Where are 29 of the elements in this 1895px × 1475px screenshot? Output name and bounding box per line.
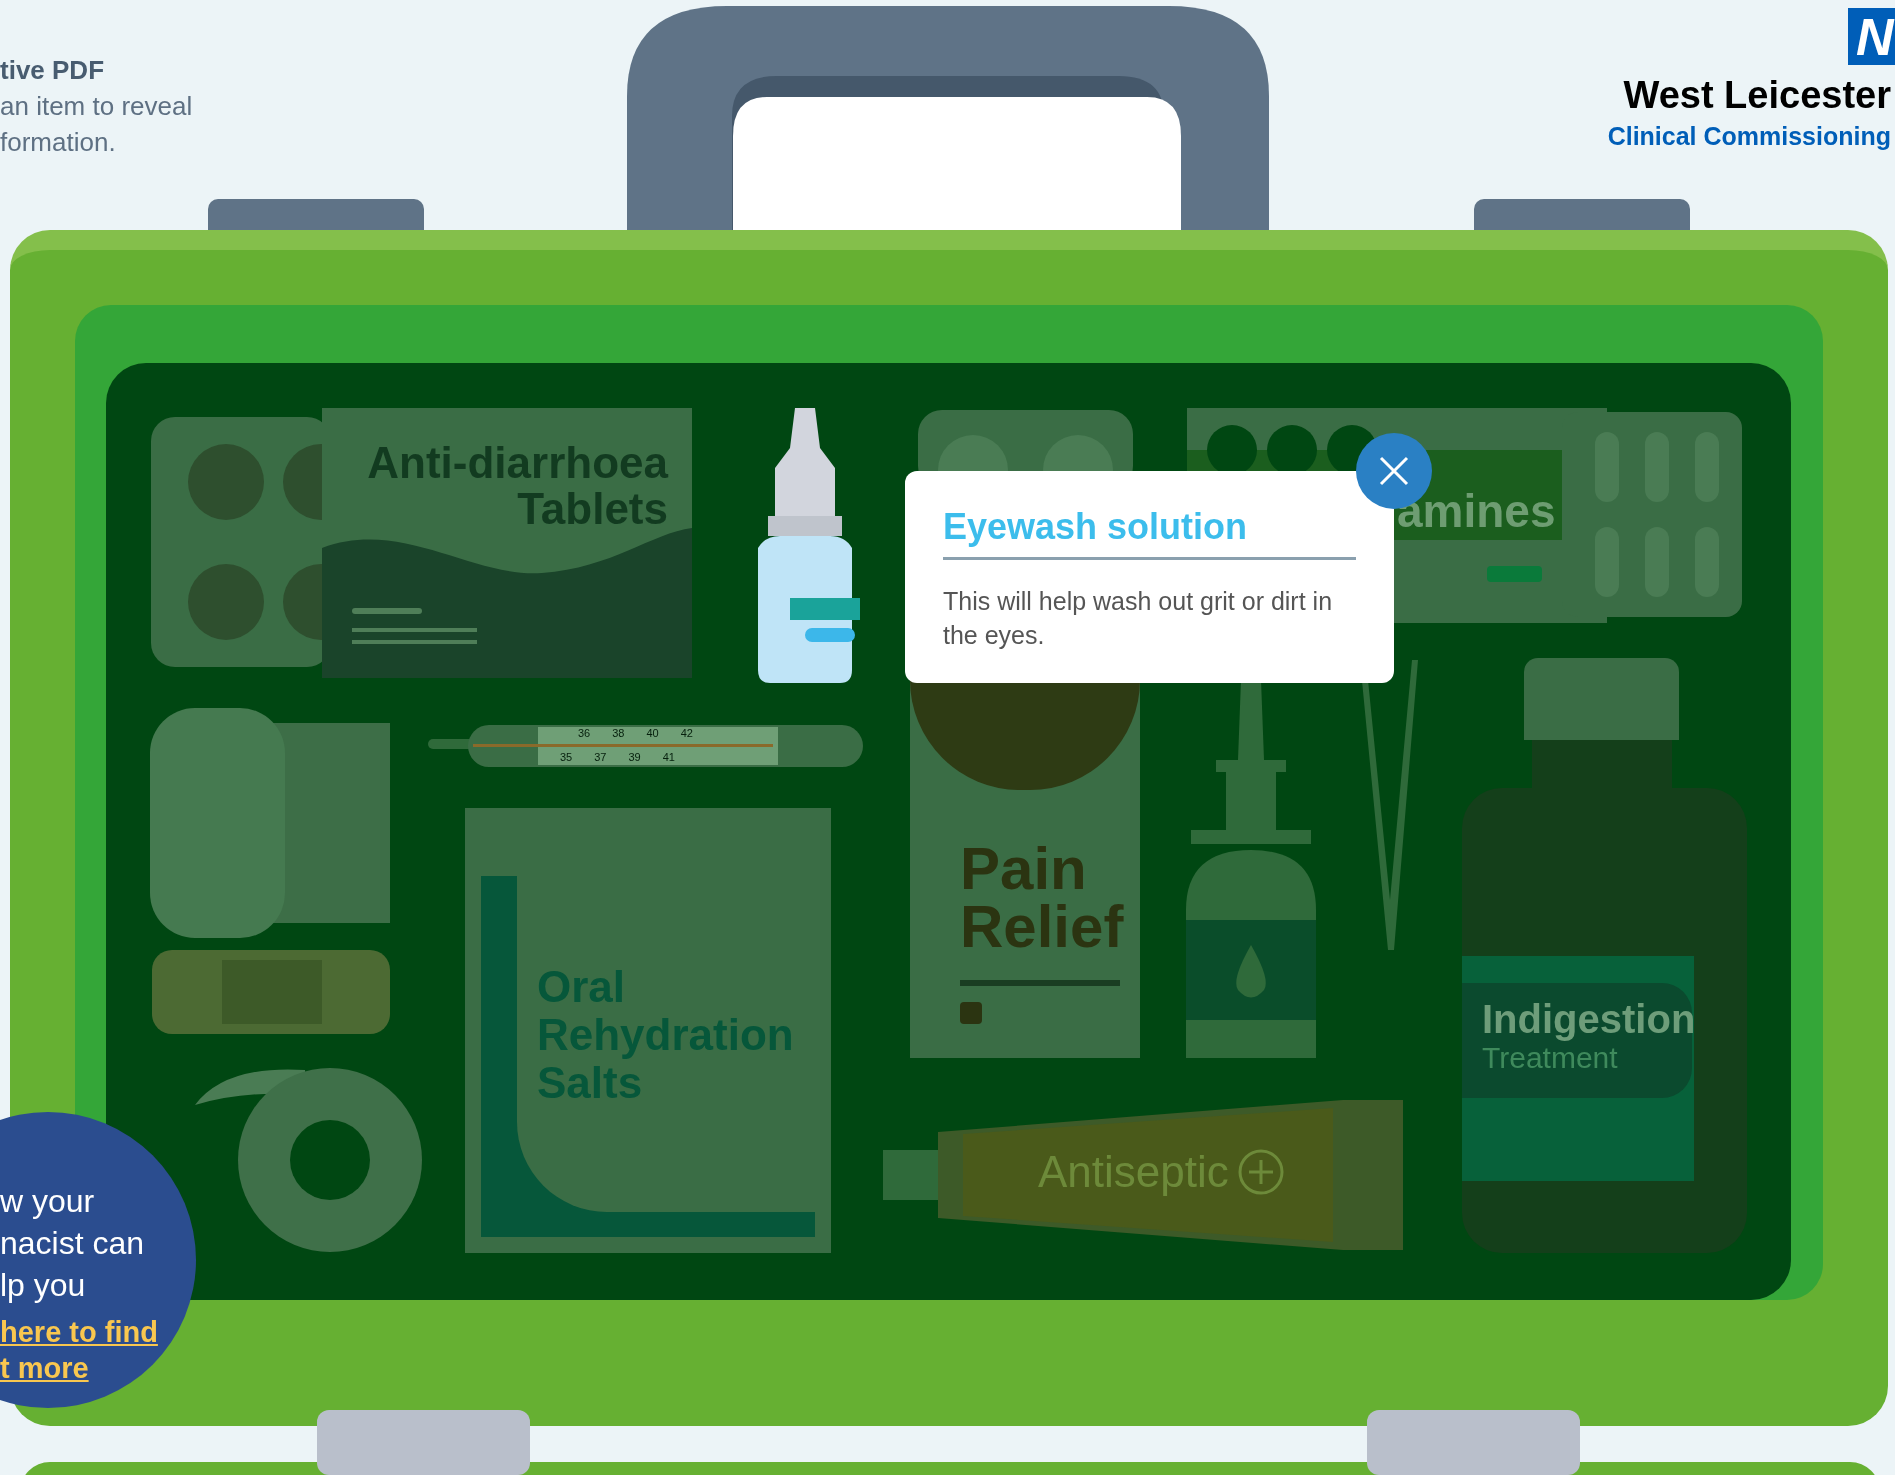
organisation-name: West Leicester xyxy=(1623,76,1891,114)
pain-relief-label: Relief xyxy=(960,898,1124,956)
intro-text: formation. xyxy=(0,126,117,159)
logo-mark: N xyxy=(1848,8,1895,65)
find-out-more-link[interactable]: t more xyxy=(0,1350,89,1386)
intro-title: tive PDF xyxy=(0,54,106,87)
scale-number: 35 xyxy=(560,752,573,763)
indigestion-sublabel: Treatment xyxy=(1482,1041,1619,1076)
scale-number: 38 xyxy=(612,728,625,739)
close-icon xyxy=(1378,455,1410,487)
scale-number: 42 xyxy=(680,728,693,739)
popup-text: This will help wash out grit or dirt in the eyes. xyxy=(943,586,1334,651)
pain-relief-label: Pain xyxy=(960,840,1088,898)
find-out-more-link[interactable]: here to find xyxy=(0,1314,158,1350)
square-marker xyxy=(960,1002,982,1024)
scale-number: 41 xyxy=(662,752,675,763)
plus-circle-icon xyxy=(1236,1148,1285,1196)
intro-text: an item to reveal xyxy=(0,90,193,123)
scale-number: 36 xyxy=(578,728,591,739)
indigestion-label: Indigestion xyxy=(1482,998,1696,1040)
organisation-subtitle: Clinical Commissioning xyxy=(1607,124,1891,149)
promo-text: nacist can xyxy=(0,1224,146,1263)
scale-number: 39 xyxy=(628,752,641,763)
popup-title: Eyewash solution xyxy=(943,505,1249,549)
scale-number: 37 xyxy=(594,752,607,763)
promo-text: w your xyxy=(0,1182,96,1221)
medicine-box-label: amines xyxy=(1397,488,1556,534)
scale-number: 40 xyxy=(646,728,659,739)
promo-text: lp you xyxy=(0,1266,87,1305)
